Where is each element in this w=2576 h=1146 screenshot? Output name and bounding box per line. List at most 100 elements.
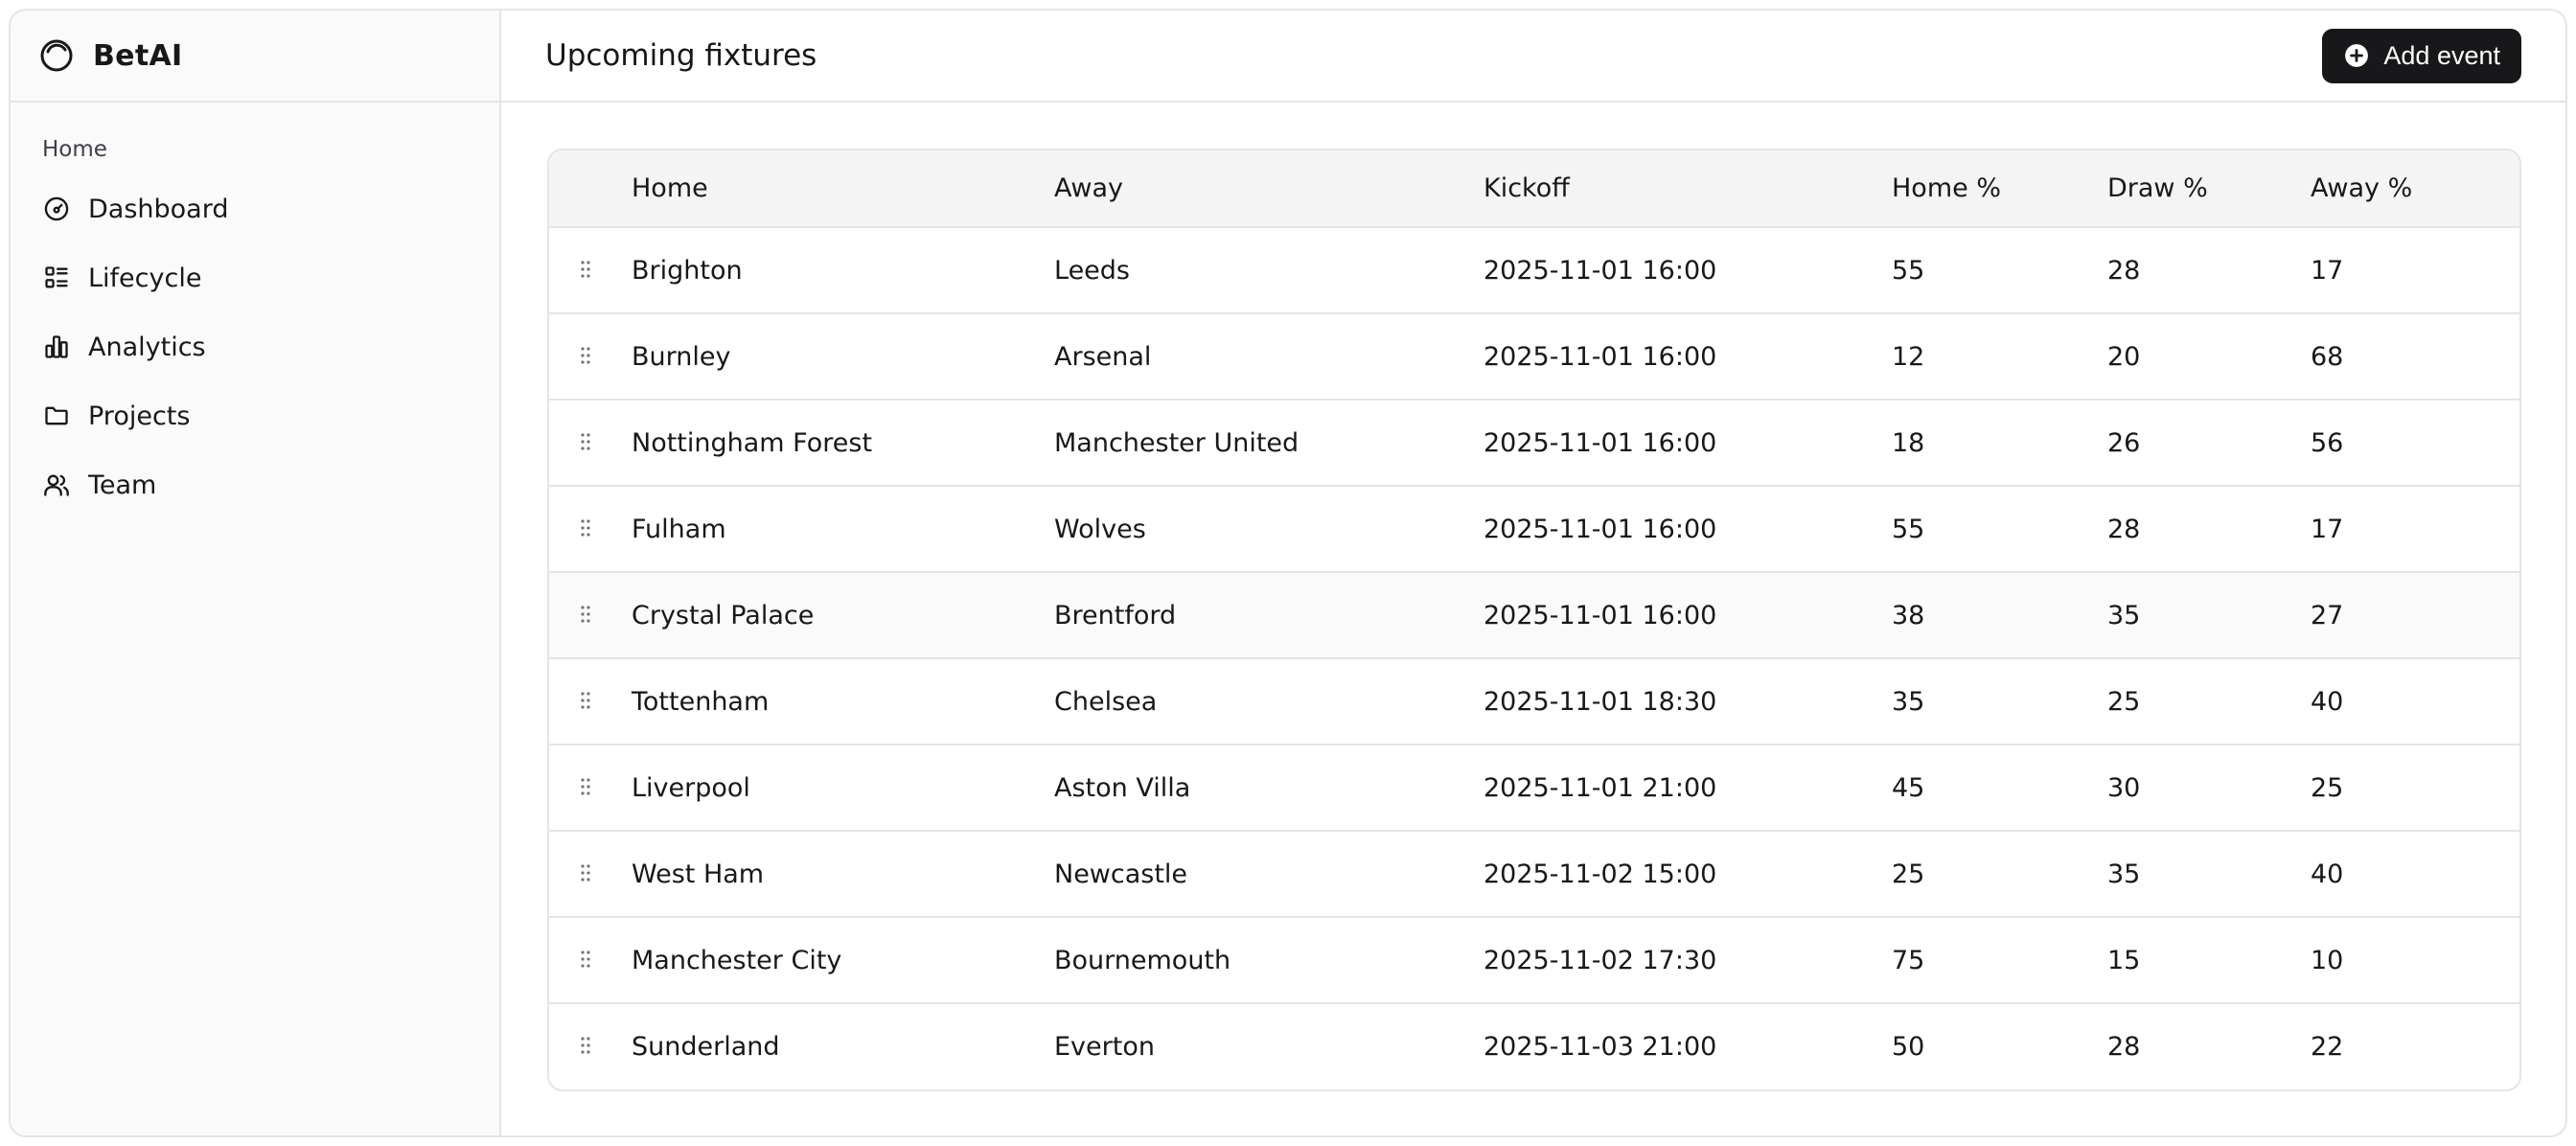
cell-home-pct: 35: [1892, 686, 1925, 717]
cell-kickoff: 2025-11-01 16:00: [1484, 255, 1717, 286]
sidebar-item-label: Team: [88, 470, 157, 500]
app-window: BetAI Home Dashboard Lifecycle Analytics…: [9, 9, 2567, 1137]
table-row[interactable]: Liverpool Aston Villa 2025-11-01 21:00 4…: [549, 745, 2519, 831]
column-header-away[interactable]: Away: [1054, 150, 1484, 228]
cell-draw-pct: 28: [2107, 1032, 2141, 1062]
drag-handle-icon[interactable]: [576, 517, 595, 539]
drag-handle-icon[interactable]: [576, 776, 595, 797]
cell-home: Fulham: [632, 514, 726, 544]
cell-home: Crystal Palace: [632, 600, 815, 630]
cell-kickoff: 2025-11-03 21:00: [1484, 1032, 1717, 1062]
cell-kickoff: 2025-11-01 16:00: [1484, 514, 1717, 544]
table-header: Home Away Kickoff Home % Draw % Away %: [549, 150, 2519, 228]
sidebar-item-label: Lifecycle: [88, 263, 202, 293]
table-row[interactable]: Nottingham Forest Manchester United 2025…: [549, 400, 2519, 486]
cell-away: Brentford: [1054, 600, 1177, 630]
cell-home-pct: 25: [1892, 859, 1925, 889]
sidebar-nav: Dashboard Lifecycle Analytics Projects T…: [11, 174, 499, 519]
sidebar-item-label: Projects: [88, 401, 191, 431]
table-row[interactable]: Brighton Leeds 2025-11-01 16:00 55 28 17: [549, 227, 2519, 313]
cell-away-pct: 17: [2311, 255, 2344, 286]
cell-kickoff: 2025-11-02 15:00: [1484, 859, 1717, 889]
column-header-home[interactable]: Home: [632, 150, 1054, 228]
cell-home-pct: 50: [1892, 1032, 1925, 1062]
cell-home: Brighton: [632, 255, 743, 286]
cell-home: Tottenham: [632, 686, 770, 717]
fixtures-table: Home Away Kickoff Home % Draw % Away % B…: [549, 150, 2519, 1089]
drag-handle-icon[interactable]: [576, 1035, 595, 1056]
gauge-icon: [42, 195, 71, 223]
fixtures-section: Home Away Kickoff Home % Draw % Away % B…: [501, 103, 2565, 1091]
cell-draw-pct: 25: [2107, 686, 2141, 717]
table-row[interactable]: Burnley Arsenal 2025-11-01 16:00 12 20 6…: [549, 313, 2519, 400]
list-checks-icon: [42, 264, 71, 292]
cell-home-pct: 12: [1892, 341, 1925, 372]
cell-home: Nottingham Forest: [632, 427, 873, 458]
drag-handle-icon[interactable]: [576, 862, 595, 883]
sidebar-item-lifecycle[interactable]: Lifecycle: [11, 243, 499, 312]
table-row[interactable]: West Ham Newcastle 2025-11-02 15:00 25 3…: [549, 831, 2519, 917]
cell-away-pct: 40: [2311, 859, 2344, 889]
page-title: Upcoming fixtures: [545, 38, 817, 73]
cell-home-pct: 55: [1892, 514, 1925, 544]
drag-handle-icon[interactable]: [576, 604, 595, 625]
cell-home: West Ham: [632, 859, 765, 889]
column-header-draw-pct[interactable]: Draw %: [2107, 150, 2311, 228]
cell-home: Liverpool: [632, 772, 750, 803]
plus-circle-icon: [2343, 42, 2370, 69]
column-header-kickoff[interactable]: Kickoff: [1484, 150, 1892, 228]
table-row[interactable]: Crystal Palace Brentford 2025-11-01 16:0…: [549, 572, 2519, 658]
add-event-button[interactable]: Add event: [2322, 28, 2521, 83]
sidebar-item-dashboard[interactable]: Dashboard: [11, 174, 499, 243]
sidebar-item-projects[interactable]: Projects: [11, 381, 499, 450]
cell-home: Manchester City: [632, 945, 842, 975]
cell-away: Arsenal: [1054, 341, 1152, 372]
brand[interactable]: BetAI: [11, 11, 499, 103]
cell-kickoff: 2025-11-01 18:30: [1484, 686, 1717, 717]
sidebar: BetAI Home Dashboard Lifecycle Analytics…: [11, 11, 501, 1135]
cell-draw-pct: 30: [2107, 772, 2141, 803]
table-row[interactable]: Sunderland Everton 2025-11-03 21:00 50 2…: [549, 1003, 2519, 1089]
cell-home-pct: 38: [1892, 600, 1925, 630]
cell-draw-pct: 35: [2107, 600, 2141, 630]
column-header-handle: [549, 150, 632, 228]
cell-away-pct: 27: [2311, 600, 2344, 630]
cell-away: Leeds: [1054, 255, 1130, 286]
cell-away: Everton: [1054, 1032, 1155, 1062]
cell-away: Chelsea: [1054, 686, 1158, 717]
page-header: Upcoming fixtures Add event: [501, 11, 2565, 103]
nav-section-label: Home: [42, 137, 107, 162]
drag-handle-icon[interactable]: [576, 949, 595, 970]
fixtures-table-container: Home Away Kickoff Home % Draw % Away % B…: [547, 149, 2521, 1091]
cell-draw-pct: 35: [2107, 859, 2141, 889]
brand-logo-icon: [39, 38, 74, 73]
cell-away: Manchester United: [1054, 427, 1300, 458]
column-header-home-pct[interactable]: Home %: [1892, 150, 2107, 228]
cell-home-pct: 75: [1892, 945, 1925, 975]
table-row[interactable]: Manchester City Bournemouth 2025-11-02 1…: [549, 917, 2519, 1003]
cell-away-pct: 56: [2311, 427, 2344, 458]
table-row[interactable]: Fulham Wolves 2025-11-01 16:00 55 28 17: [549, 486, 2519, 572]
sidebar-item-analytics[interactable]: Analytics: [11, 312, 499, 381]
drag-handle-icon[interactable]: [576, 431, 595, 452]
folder-icon: [42, 401, 71, 430]
drag-handle-icon[interactable]: [576, 690, 595, 711]
add-event-label: Add event: [2383, 40, 2500, 70]
cell-away-pct: 17: [2311, 514, 2344, 544]
table-row[interactable]: Tottenham Chelsea 2025-11-01 18:30 35 25…: [549, 658, 2519, 745]
sidebar-item-team[interactable]: Team: [11, 450, 499, 519]
cell-away-pct: 68: [2311, 341, 2344, 372]
cell-draw-pct: 28: [2107, 255, 2141, 286]
sidebar-item-label: Analytics: [88, 332, 206, 362]
drag-handle-icon[interactable]: [576, 259, 595, 280]
column-header-away-pct[interactable]: Away %: [2311, 150, 2519, 228]
cell-home-pct: 18: [1892, 427, 1925, 458]
cell-draw-pct: 28: [2107, 514, 2141, 544]
cell-away: Bournemouth: [1054, 945, 1231, 975]
users-icon: [42, 470, 71, 499]
brand-name: BetAI: [93, 38, 183, 73]
main-content: Upcoming fixtures Add event Home Away Ki…: [501, 11, 2565, 1135]
drag-handle-icon[interactable]: [576, 345, 595, 366]
cell-kickoff: 2025-11-02 17:30: [1484, 945, 1717, 975]
cell-home-pct: 45: [1892, 772, 1925, 803]
